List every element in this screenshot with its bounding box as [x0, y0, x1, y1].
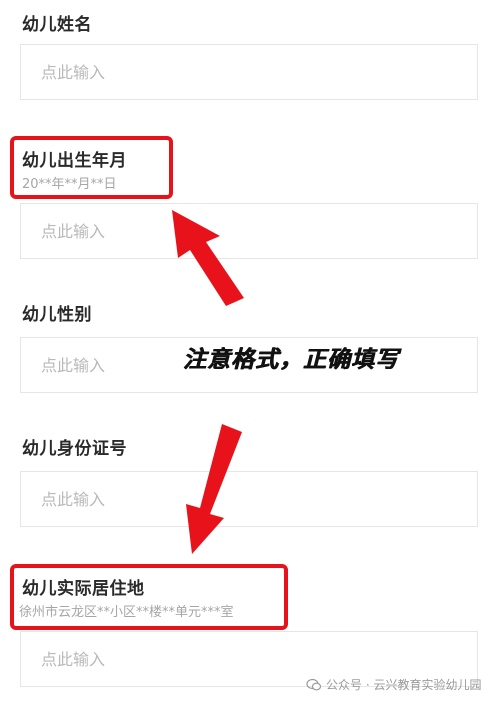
- watermark: 公众号 · 云兴教育实验幼儿园: [306, 676, 481, 693]
- format-notice: 注意格式，正确填写: [183, 347, 399, 373]
- arrow-down-icon: [186, 424, 242, 554]
- watermark-text: 公众号 · 云兴教育实验幼儿园: [326, 678, 482, 692]
- wechat-icon: [306, 678, 322, 690]
- arrow-up-icon: [172, 210, 244, 306]
- name-field[interactable]: [20, 44, 478, 100]
- id-number-label: 幼儿身份证号: [22, 439, 127, 459]
- address-format-hint: 徐州市云龙区**小区**楼**单元***室: [19, 605, 234, 620]
- birthdate-format-hint: 20**年**月**日: [22, 177, 117, 192]
- name-input[interactable]: [21, 45, 477, 99]
- birthdate-label: 幼儿出生年月: [22, 151, 127, 171]
- address-label: 幼儿实际居住地: [22, 579, 145, 599]
- gender-label: 幼儿性别: [22, 305, 92, 325]
- name-label: 幼儿姓名: [22, 15, 92, 35]
